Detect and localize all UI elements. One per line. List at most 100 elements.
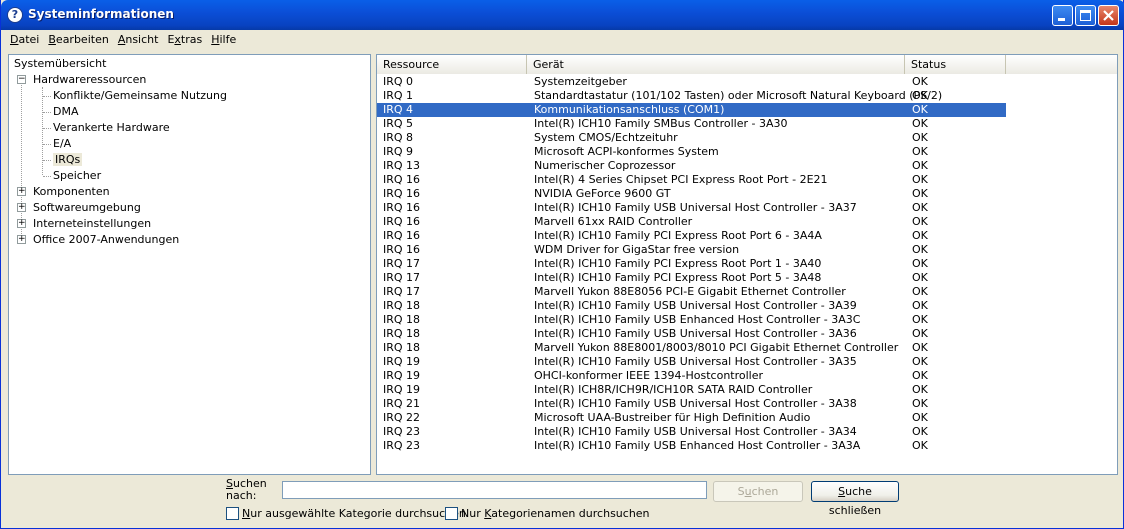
table-row[interactable]: IRQ 1 Standardtastatur (101/102 Tasten) o… — [377, 89, 1117, 103]
tree-item-label: Hardwareressourcen — [33, 73, 147, 86]
cell-resource: IRQ 19 — [383, 355, 421, 368]
cell-status: OK — [912, 75, 928, 88]
table-row[interactable]: IRQ 16 Intel(R) 4 Series Chipset PCI Expr… — [377, 173, 1117, 187]
tree-item-hardware-child[interactable]: E/A — [53, 136, 71, 152]
tree-item-category[interactable]: Softwareumgebung — [33, 200, 141, 216]
tree-item-hardware-child[interactable]: DMA — [53, 104, 79, 120]
minimize-button[interactable] — [1052, 5, 1073, 26]
menu-item[interactable]: Ansicht — [113, 30, 163, 46]
tree-item-label: Konflikte/Gemeinsame Nutzung — [53, 89, 227, 102]
table-row[interactable]: IRQ 19 Intel(R) ICH10 Family USB Universa… — [377, 355, 1117, 369]
table-row[interactable]: IRQ 18 Intel(R) ICH10 Family USB Enhanced… — [377, 313, 1117, 327]
cell-status: OK — [912, 397, 928, 410]
expand-icon[interactable]: + — [17, 235, 26, 244]
cell-device: Intel(R) ICH10 Family USB Universal Host… — [534, 397, 857, 410]
tree-item-hardware-child[interactable]: Speicher — [53, 168, 101, 184]
table-row[interactable]: IRQ 16 NVIDIA GeForce 9600 GT OK — [377, 187, 1117, 201]
cell-resource: IRQ 21 — [383, 397, 421, 410]
table-row[interactable]: IRQ 18 Intel(R) ICH10 Family USB Universa… — [377, 327, 1117, 341]
cell-status: OK — [912, 355, 928, 368]
table-row[interactable]: IRQ 16 Marvell 61xx RAID Controller OK — [377, 215, 1117, 229]
cell-status: OK — [912, 229, 928, 242]
tree-item-system-summary[interactable]: Systemübersicht — [14, 56, 106, 72]
cell-status: OK — [912, 187, 928, 200]
menu-item[interactable]: Datei — [5, 30, 43, 46]
cell-device: Intel(R) ICH8R/ICH9R/ICH10R SATA RAID Co… — [534, 383, 813, 396]
table-row[interactable]: IRQ 16 Intel(R) ICH10 Family PCI Express … — [377, 229, 1117, 243]
table-row[interactable]: IRQ 22 Microsoft UAA-Bustreiber für High … — [377, 411, 1117, 425]
cell-resource: IRQ 19 — [383, 383, 421, 396]
category-tree[interactable]: Systemübersicht − Hardwareressourcen Konfli… — [8, 54, 371, 475]
cell-device: Marvell Yukon 88E8056 PCI-E Gigabit Ethe… — [534, 285, 846, 298]
table-row[interactable]: IRQ 5 Intel(R) ICH10 Family SMBus Control… — [377, 117, 1117, 131]
cell-device: Standardtastatur (101/102 Tasten) oder M… — [534, 89, 943, 102]
menu-item[interactable]: Extras — [162, 30, 206, 46]
table-row[interactable]: IRQ 9 Microsoft ACPI-konformes System OK — [377, 145, 1117, 159]
table-row[interactable]: IRQ 17 Marvell Yukon 88E8056 PCI-E Gigabi… — [377, 285, 1117, 299]
column-header-status[interactable]: Status — [905, 55, 1006, 74]
table-row[interactable]: IRQ 18 Marvell Yukon 88E8001/8003/8010 PC… — [377, 341, 1117, 355]
tree-item-category[interactable]: Interneteinstellungen — [33, 216, 151, 232]
checkbox-box[interactable] — [445, 507, 458, 520]
cell-device: Marvell 61xx RAID Controller — [534, 215, 693, 228]
cell-resource: IRQ 18 — [383, 341, 421, 354]
table-row[interactable]: IRQ 16 WDM Driver for GigaStar free versi… — [377, 243, 1117, 257]
tree-line — [43, 112, 51, 113]
tree-line — [43, 96, 51, 97]
menu-item[interactable]: Hilfe — [206, 30, 240, 46]
table-row[interactable]: IRQ 8 System CMOS/Echtzeituhr OK — [377, 131, 1117, 145]
tree-item-label: DMA — [53, 105, 79, 118]
tree-item-hardware-resources[interactable]: Hardwareressourcen — [33, 72, 146, 88]
tree-item-category[interactable]: Office 2007-Anwendungen — [33, 232, 179, 248]
cell-status: OK — [912, 201, 928, 214]
tree-item-hardware-child[interactable]: Verankerte Hardware — [53, 120, 170, 136]
tree-item-hardware-child[interactable]: Konflikte/Gemeinsame Nutzung — [53, 88, 227, 104]
table-row[interactable]: IRQ 21 Intel(R) ICH10 Family USB Universa… — [377, 397, 1117, 411]
maximize-button[interactable] — [1075, 5, 1096, 26]
tree-line — [43, 128, 51, 129]
cell-resource: IRQ 22 — [383, 411, 421, 424]
table-row[interactable]: IRQ 23 Intel(R) ICH10 Family USB Enhanced… — [377, 439, 1117, 453]
cell-status: OK — [912, 313, 928, 326]
checkbox-selected-category[interactable]: Nur ausgewählte Kategorie durchsuchen — [226, 507, 466, 520]
table-row[interactable]: IRQ 19 OHCI-konformer IEEE 1394-Hostcontr… — [377, 369, 1117, 383]
column-header-device[interactable]: Gerät — [527, 55, 905, 74]
cell-resource: IRQ 18 — [383, 313, 421, 326]
cell-device: Systemzeitgeber — [534, 75, 627, 88]
table-row[interactable]: IRQ 19 Intel(R) ICH8R/ICH9R/ICH10R SATA R… — [377, 383, 1117, 397]
search-button[interactable]: Suchen — [713, 481, 803, 502]
cell-resource: IRQ 17 — [383, 285, 421, 298]
tree-line — [42, 87, 43, 175]
cell-status: OK — [912, 439, 928, 452]
table-row[interactable]: IRQ 13 Numerischer Coprozessor OK — [377, 159, 1117, 173]
table-row[interactable]: IRQ 17 Intel(R) ICH10 Family PCI Express … — [377, 257, 1117, 271]
tree-item-category[interactable]: Komponenten — [33, 184, 110, 200]
tree-item-label: Office 2007-Anwendungen — [33, 233, 180, 246]
cell-device: OHCI-konformer IEEE 1394-Hostcontroller — [534, 369, 764, 382]
table-row[interactable]: IRQ 17 Intel(R) ICH10 Family PCI Express … — [377, 271, 1117, 285]
expand-icon[interactable]: + — [17, 219, 26, 228]
table-row[interactable]: IRQ 16 Intel(R) ICH10 Family USB Universa… — [377, 201, 1117, 215]
cell-status: OK — [912, 327, 928, 340]
close-search-button[interactable]: Suche schließen — [811, 481, 899, 517]
resource-table[interactable]: Ressource Gerät Status IRQ 0 Systemzeitge… — [376, 54, 1118, 475]
cell-resource: IRQ 8 — [383, 131, 414, 144]
table-row[interactable]: IRQ 0 Systemzeitgeber OK — [377, 75, 1117, 89]
checkbox-box[interactable] — [226, 507, 239, 520]
column-header-resource[interactable]: Ressource — [377, 55, 527, 74]
close-button[interactable] — [1098, 5, 1119, 26]
menu-item[interactable]: Bearbeiten — [43, 30, 112, 46]
search-input[interactable] — [282, 481, 707, 499]
expand-icon[interactable]: + — [17, 203, 26, 212]
title-bar[interactable]: ? Systeminformationen — [1, 0, 1124, 30]
table-row[interactable]: IRQ 4 Kommunikationsanschluss (COM1) OK — [377, 103, 1006, 117]
cell-resource: IRQ 16 — [383, 243, 421, 256]
tree-item-hardware-child[interactable]: IRQs — [53, 152, 83, 168]
checkbox-category-names[interactable]: Nur Kategorienamen durchsuchen — [445, 507, 650, 520]
expand-icon[interactable]: + — [17, 187, 26, 196]
cell-device: Intel(R) ICH10 Family USB Universal Host… — [534, 299, 857, 312]
table-row[interactable]: IRQ 18 Intel(R) ICH10 Family USB Universa… — [377, 299, 1117, 313]
cell-device: Marvell Yukon 88E8001/8003/8010 PCI Giga… — [534, 341, 899, 354]
table-row[interactable]: IRQ 23 Intel(R) ICH10 Family USB Universa… — [377, 425, 1117, 439]
collapse-icon[interactable]: − — [17, 75, 26, 84]
